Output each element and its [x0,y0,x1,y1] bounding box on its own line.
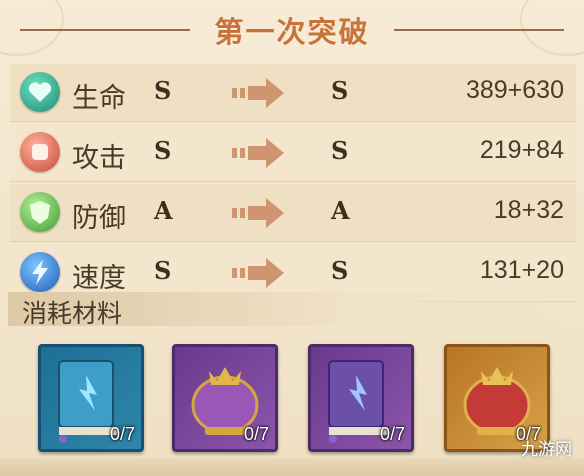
grade-before: S [154,256,172,285]
grade-before: A [154,196,173,225]
stat-label: 生命 [72,83,126,113]
stat-value: 219+84 [479,136,564,164]
stat-label: 速度 [72,263,126,293]
arrow-right-icon [232,198,284,228]
material-slot-purple-book[interactable]: 0/7 [308,344,414,452]
grade-after: A [331,196,350,225]
stat-label: 防御 [72,203,126,233]
arrow-right-icon [232,258,284,288]
stat-label: 攻击 [72,143,126,173]
materials-section-header: 消耗材料 [8,292,576,328]
bottom-strip [0,458,584,476]
grade-after: S [331,76,349,105]
breakthrough-panel: 第一次突破 生命 S S 389+630 攻击 S S 219+84 防御 A … [0,0,584,476]
materials-section-title: 消耗材料 [22,300,123,328]
heart-icon [20,72,60,112]
stat-row-hp: 生命 S S 389+630 [10,64,576,122]
material-slot-blue-book[interactable]: 0/7 [38,344,144,452]
grade-after: S [331,136,349,165]
grade-before: S [154,136,172,165]
lightning-icon [20,252,60,292]
stat-row-defense: 防御 A A 18+32 [10,184,576,242]
material-count: 0/7 [243,424,269,444]
stat-value: 18+32 [493,196,564,224]
material-count: 0/7 [109,424,135,444]
watermark: 九游网 [521,440,572,459]
stat-value: 389+630 [465,76,564,104]
shield-icon [20,192,60,232]
grade-before: S [154,76,172,105]
arrow-right-icon [232,138,284,168]
stat-value: 131+20 [479,256,564,284]
title-bar: 第一次突破 [0,0,584,60]
material-count: 0/7 [379,424,405,444]
title-flourish-right [394,29,564,31]
material-slot-purple-crown[interactable]: 0/7 [172,344,278,452]
grade-after: S [331,256,349,285]
stat-rows: 生命 S S 389+630 攻击 S S 219+84 防御 A A 18+3… [10,64,576,304]
stat-row-attack: 攻击 S S 219+84 [10,124,576,182]
fist-icon [20,132,60,172]
arrow-right-icon [232,78,284,108]
